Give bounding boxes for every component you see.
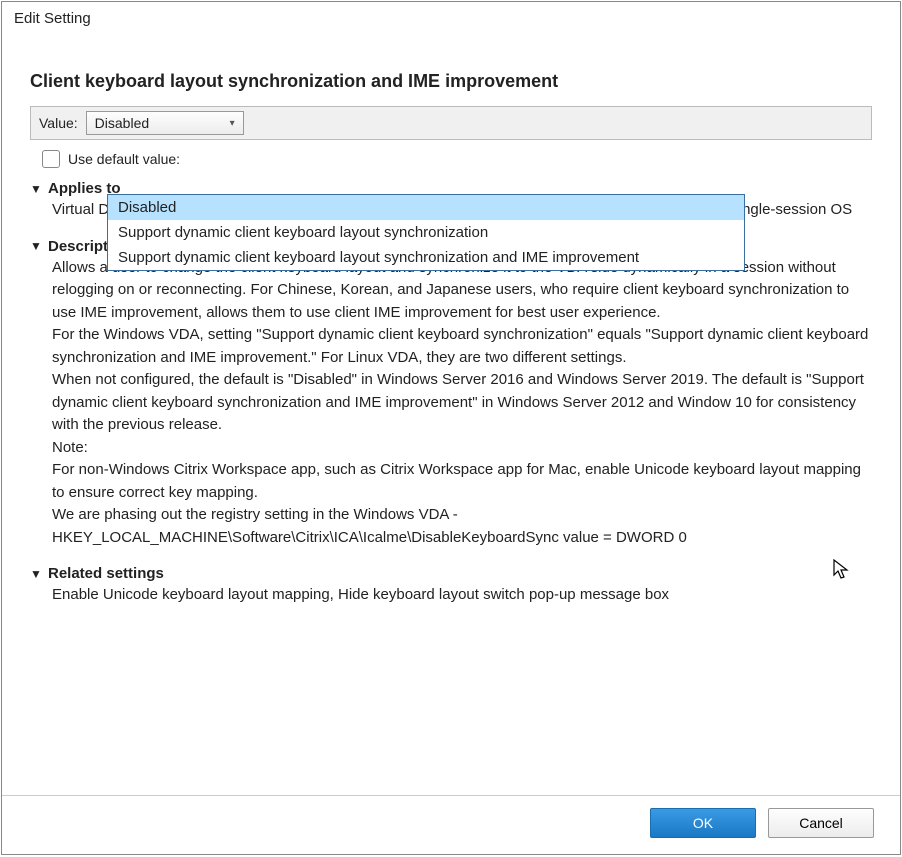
value-label: Value: (39, 115, 78, 131)
chevron-down-icon: ▾ (230, 118, 235, 129)
section-description: ▼ Description Allows a user to change th… (30, 238, 872, 556)
value-dropdown-list[interactable]: Disabled Support dynamic client keyboard… (107, 194, 745, 271)
edit-setting-window: Edit Setting Client keyboard layout sync… (1, 1, 901, 855)
section-related: ▼ Related settings Enable Unicode keyboa… (30, 565, 872, 613)
chevron-down-icon: ▼ (30, 182, 44, 196)
window-title: Edit Setting (2, 2, 900, 31)
chevron-down-icon: ▼ (30, 239, 44, 253)
related-header[interactable]: ▼ Related settings (30, 565, 872, 582)
value-combobox[interactable]: Disabled ▾ (86, 111, 244, 135)
cancel-button[interactable]: Cancel (768, 808, 874, 838)
main-content: Client keyboard layout synchronization a… (2, 31, 900, 795)
value-bar: Value: Disabled ▾ (30, 106, 872, 140)
use-default-checkbox[interactable] (42, 150, 60, 168)
description-body: Allows a user to change the client keybo… (30, 255, 872, 556)
dropdown-option-disabled[interactable]: Disabled (108, 195, 744, 220)
ok-button[interactable]: OK (650, 808, 756, 838)
combobox-selected-text: Disabled (95, 115, 149, 131)
use-default-row: Use default value: (30, 148, 872, 170)
related-title: Related settings (48, 565, 164, 582)
dropdown-option-sync[interactable]: Support dynamic client keyboard layout s… (108, 220, 744, 245)
dropdown-option-sync-ime[interactable]: Support dynamic client keyboard layout s… (108, 245, 744, 270)
setting-heading: Client keyboard layout synchronization a… (30, 71, 872, 92)
dialog-footer: OK Cancel (2, 795, 900, 854)
chevron-down-icon: ▼ (30, 567, 44, 581)
use-default-label: Use default value: (68, 151, 180, 167)
related-body: Enable Unicode keyboard layout mapping, … (30, 582, 872, 613)
